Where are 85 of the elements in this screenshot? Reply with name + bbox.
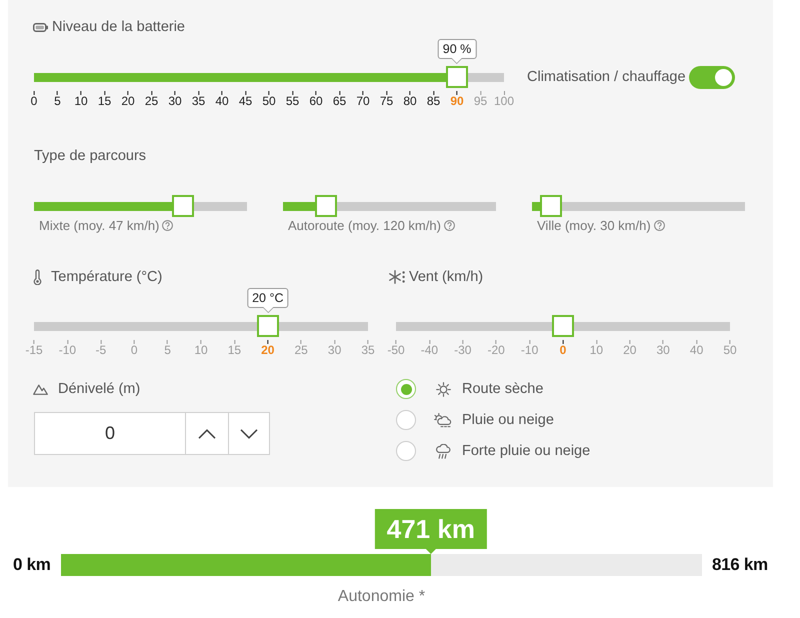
tick-label: 80 (403, 91, 417, 108)
tick-label: 15 (98, 91, 112, 108)
slider-caption: Autoroute (moy. 120 km/h) (288, 218, 441, 233)
radio-button[interactable] (396, 410, 416, 430)
tick-label: 75 (380, 91, 394, 108)
radio-button[interactable] (396, 441, 416, 461)
tick-label: 50 (723, 340, 737, 357)
cloud-sun-icon (434, 412, 452, 428)
range-min-label: 0 km (13, 555, 52, 575)
tick-label: 20 (623, 340, 636, 357)
number-field[interactable]: 0 (34, 412, 186, 455)
option-label[interactable]: Pluie ou neige (462, 412, 554, 428)
tick-label: 5 (164, 340, 171, 357)
tick-label: 10 (590, 340, 604, 357)
slider-thumb[interactable] (314, 195, 337, 217)
tick-label: 40 (215, 91, 229, 108)
value-tooltip: 20 °C (247, 288, 288, 313)
tick-label: 35 (361, 340, 375, 357)
tick-label: 0 (560, 340, 566, 357)
tick-label: 85 (426, 91, 440, 108)
decrement-button[interactable] (229, 412, 270, 455)
tick-label: -5 (95, 340, 106, 357)
tick-label: 60 (309, 91, 323, 108)
tick-label: 25 (144, 91, 158, 108)
tick-label: -30 (454, 340, 472, 357)
slider-thumb[interactable] (446, 66, 468, 88)
toggle-switch[interactable] (688, 66, 735, 88)
section-label: Dénivelé (m) (58, 380, 140, 398)
tick-label: -40 (420, 340, 438, 357)
tick-label: 100 (494, 91, 514, 108)
tick-label: 5 (54, 91, 61, 108)
section-label: Température (°C) (51, 268, 162, 286)
slider-thumb[interactable] (172, 195, 194, 217)
snowflake-icon (389, 270, 405, 284)
tick-label: 20 (261, 340, 274, 357)
value-tooltip: 90 % (438, 39, 476, 64)
tick-label: 0 (30, 91, 38, 108)
tick-label: 55 (286, 91, 300, 108)
tick-label: 30 (328, 340, 342, 357)
help-icon[interactable] (444, 220, 455, 231)
tick-label: -50 (387, 340, 405, 357)
tick-label: 15 (228, 340, 242, 357)
tick-label: 35 (192, 91, 206, 108)
slider-thumb[interactable] (552, 315, 574, 337)
section-label: Niveau de la batterie (52, 18, 185, 36)
tick-label: 95 (474, 91, 488, 108)
tick-label: -10 (520, 340, 538, 357)
slider-thumb[interactable] (540, 195, 562, 217)
thermometer-icon (33, 269, 42, 285)
option-label[interactable]: Route sèche (462, 381, 544, 397)
tick-label: 20 (121, 91, 135, 108)
slider-caption: Mixte (moy. 47 km/h) (39, 218, 160, 233)
tick-label: 30 (168, 91, 182, 108)
option-label[interactable]: Forte pluie ou neige (462, 443, 590, 459)
tick-label: -10 (58, 340, 76, 357)
section-label: Vent (km/h) (409, 268, 484, 286)
help-icon[interactable] (162, 220, 174, 231)
tick-label: 65 (332, 91, 346, 108)
radio-button[interactable] (396, 379, 416, 399)
tick-label: 70 (356, 91, 370, 108)
mountain-icon (33, 384, 48, 394)
tick-label: 50 (262, 91, 276, 108)
help-icon[interactable] (654, 220, 665, 231)
slider-caption: Ville (moy. 30 km/h) (537, 218, 651, 233)
tick-label: 10 (74, 91, 88, 108)
range-max-label: 816 km (712, 555, 769, 575)
chevron-up-icon (198, 428, 216, 438)
tick-label: 40 (690, 340, 704, 357)
slider-thumb[interactable] (256, 315, 279, 337)
battery-icon (33, 22, 48, 32)
tick-label: 30 (656, 340, 670, 357)
rain-cloud-icon (435, 444, 451, 458)
tick-label: 0 (130, 340, 138, 357)
tick-label: 45 (238, 91, 252, 108)
tick-label: 90 (450, 91, 464, 108)
tick-label: 25 (294, 340, 308, 357)
section-label: Type de parcours (34, 147, 146, 165)
tick-label: 10 (194, 340, 208, 357)
tick-label: -15 (25, 340, 43, 357)
tick-label: -20 (488, 340, 505, 357)
toggle-label: Climatisation / chauffage (527, 69, 686, 85)
chevron-down-icon (240, 428, 258, 438)
sun-icon (436, 382, 450, 396)
increment-button[interactable] (186, 412, 229, 455)
range-caption: Autonomie * (338, 588, 426, 606)
